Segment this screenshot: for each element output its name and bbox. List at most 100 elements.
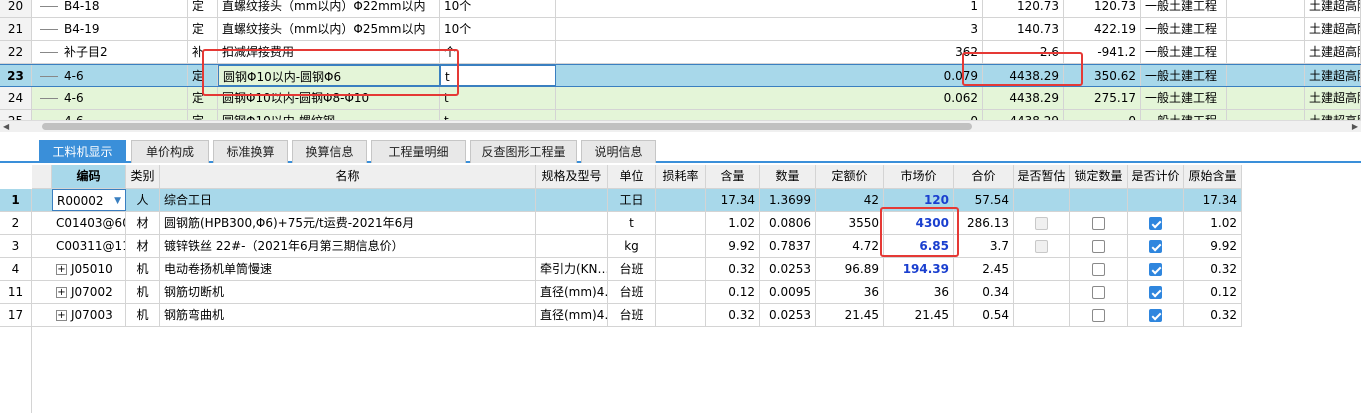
row-qty: 0.0253 — [760, 304, 816, 326]
chevron-down-icon[interactable]: ▼ — [114, 190, 121, 210]
header-type[interactable]: 类别 — [126, 165, 160, 188]
row-total: 275.17 — [1064, 87, 1141, 109]
row-type: 人 — [126, 189, 160, 211]
priced-checkbox[interactable] — [1149, 263, 1162, 276]
row-loss — [656, 258, 706, 280]
row-loss — [656, 304, 706, 326]
table-row[interactable]: 2 C01403@60 材 圆钢筋(HPB300,Φ6)+75元/t运费-202… — [0, 212, 1242, 235]
tab-description-info[interactable]: 说明信息 — [581, 140, 656, 163]
row-type: 机 — [126, 304, 160, 326]
row-unit: t — [440, 110, 556, 120]
row-market-price[interactable]: 36 — [884, 281, 954, 303]
row-extra: 土建超高降 — [1305, 41, 1361, 63]
row-qty: 362 — [556, 41, 983, 63]
tab-reverse-graphic-quantity[interactable]: 反查图形工程量 — [470, 140, 577, 163]
row-number: 24 — [0, 87, 32, 109]
priced-checkbox[interactable] — [1149, 240, 1162, 253]
provisional-checkbox — [1035, 240, 1048, 253]
table-row-selected[interactable]: 1 R00002 ▼ 人 综合工日 工日 17.34 1.3699 42 120 … — [0, 189, 1242, 212]
header-quota-price[interactable]: 定额价 — [816, 165, 884, 188]
scrollbar-thumb[interactable] — [42, 123, 972, 130]
priced-checkbox[interactable] — [1149, 309, 1162, 322]
header-name[interactable]: 名称 — [160, 165, 536, 188]
row-unit-editor[interactable]: t — [440, 65, 556, 86]
scroll-right-icon[interactable]: ▶ — [1352, 122, 1358, 131]
lock-qty-checkbox[interactable] — [1092, 263, 1105, 276]
lock-qty-checkbox[interactable] — [1092, 309, 1105, 322]
row-code: C01403@60 — [52, 212, 126, 234]
header-provisional[interactable]: 是否暂估 — [1014, 165, 1070, 188]
header-loss[interactable]: 损耗率 — [656, 165, 706, 188]
row-code: C00311@11 — [52, 235, 126, 257]
row-unit: 10个 — [440, 0, 556, 17]
row-name: 钢筋弯曲机 — [160, 304, 536, 326]
row-unit: 10个 — [440, 18, 556, 40]
priced-checkbox[interactable] — [1149, 217, 1162, 230]
header-lock-qty[interactable]: 锁定数量 — [1070, 165, 1128, 188]
table-row[interactable]: 21 B4-19 定 直螺纹接头（mm以内）Φ25mm以内 10个 3 140.… — [0, 18, 1361, 41]
code-dropdown[interactable]: R00002 ▼ — [52, 189, 126, 211]
table-row[interactable]: 20 B4-18 定 直螺纹接头（mm以内）Φ22mm以内 10个 1 120.… — [0, 0, 1361, 18]
row-qty: 3 — [556, 18, 983, 40]
header-qty[interactable]: 数量 — [760, 165, 816, 188]
row-price: 4438.29 — [983, 110, 1064, 120]
row-type: 定 — [188, 18, 218, 40]
grid-corner — [32, 165, 52, 189]
header-unit[interactable]: 单位 — [608, 165, 656, 188]
row-extra: 土建超高降 — [1305, 110, 1361, 120]
row-market-price[interactable]: 194.39 — [884, 258, 954, 280]
row-type: 材 — [126, 212, 160, 234]
table-row[interactable]: 4 + J05010 机 电动卷扬机单筒慢速 牵引力(KN… 台班 0.32 0.… — [0, 258, 1242, 281]
tab-labor-material-machine[interactable]: 工料机显示 — [39, 140, 126, 163]
table-row[interactable]: 3 C00311@11 材 镀锌铁丝 22#-（2021年6月第三期信息价） k… — [0, 235, 1242, 258]
row-type: 定 — [188, 0, 218, 17]
expand-icon[interactable]: + — [56, 310, 67, 321]
lock-qty-checkbox[interactable] — [1092, 286, 1105, 299]
header-content[interactable]: 含量 — [706, 165, 760, 188]
row-orig-content: 1.02 — [1184, 212, 1242, 234]
row-code: 4-6 — [64, 91, 84, 105]
header-market-price[interactable]: 市场价 — [884, 165, 954, 188]
lock-qty-checkbox[interactable] — [1092, 240, 1105, 253]
row-number: 17 — [0, 304, 32, 327]
row-market-price[interactable]: 4300 — [884, 212, 954, 234]
row-market-price[interactable]: 6.85 — [884, 235, 954, 257]
scroll-left-icon[interactable]: ◀ — [3, 122, 9, 131]
header-spec[interactable]: 规格及型号 — [536, 165, 608, 188]
row-name: 扣减焊接费用 — [218, 41, 440, 63]
row-number: 1 — [0, 189, 32, 212]
row-unit: 工日 — [608, 189, 656, 211]
header-priced[interactable]: 是否计价 — [1128, 165, 1184, 188]
table-row[interactable]: 25 4-6 定 圆钢Φ10以内-螺纹钢 t 0 4438.29 0 一般土建工… — [0, 110, 1361, 120]
table-row[interactable]: 11 + J07002 机 钢筋切断机 直径(mm)4… 台班 0.12 0.00… — [0, 281, 1242, 304]
tab-unit-price-composition[interactable]: 单价构成 — [131, 140, 209, 163]
lock-qty-checkbox[interactable] — [1092, 217, 1105, 230]
priced-checkbox[interactable] — [1149, 286, 1162, 299]
row-loss — [656, 235, 706, 257]
row-name-editor[interactable]: 圆钢Φ10以内-圆钢Φ6 — [218, 65, 440, 86]
row-category: 一般土建工程 — [1141, 65, 1227, 86]
tab-quantity-detail[interactable]: 工程量明细 — [371, 140, 466, 163]
row-orig-content: 0.32 — [1184, 304, 1242, 326]
row-category: 一般土建工程 — [1141, 18, 1227, 40]
row-quota-price: 3550 — [816, 212, 884, 234]
row-market-price[interactable]: 120 — [884, 189, 954, 211]
header-code[interactable]: 编码 — [52, 165, 126, 188]
tab-standard-conversion[interactable]: 标准换算 — [213, 140, 288, 163]
horizontal-scrollbar[interactable]: ◀ ▶ — [0, 120, 1361, 132]
header-total[interactable]: 合价 — [954, 165, 1014, 188]
table-row[interactable]: 17 + J07003 机 钢筋弯曲机 直径(mm)4… 台班 0.32 0.02… — [0, 304, 1242, 327]
expand-icon[interactable]: + — [56, 287, 67, 298]
row-total: 350.62 — [1064, 65, 1141, 86]
table-row-selected[interactable]: 23 4-6 定 圆钢Φ10以内-圆钢Φ6 t 0.079 4438.29 35… — [0, 64, 1361, 87]
row-total: 286.13 — [954, 212, 1014, 234]
header-orig-content[interactable]: 原始含量 — [1184, 165, 1242, 188]
table-row[interactable]: 24 4-6 定 圆钢Φ10以内-圆钢Φ8-Φ10 t 0.062 4438.2… — [0, 87, 1361, 110]
row-unit: 个 — [440, 41, 556, 63]
tab-conversion-info[interactable]: 换算信息 — [292, 140, 367, 163]
table-row[interactable]: 22 补子目2 补 扣减焊接费用 个 362 -2.6 -941.2 一般土建工… — [0, 41, 1361, 64]
expand-icon[interactable]: + — [56, 264, 67, 275]
row-content: 0.32 — [706, 258, 760, 280]
row-total: 0 — [1064, 110, 1141, 120]
row-market-price[interactable]: 21.45 — [884, 304, 954, 326]
